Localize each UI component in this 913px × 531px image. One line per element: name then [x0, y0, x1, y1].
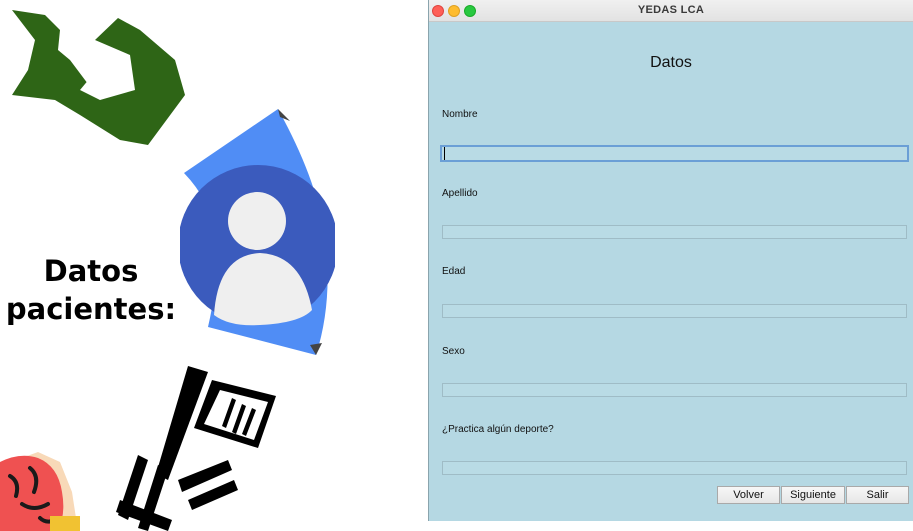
text-caret [444, 147, 445, 160]
left-title: Datos pacientes: [0, 252, 182, 328]
nombre-input[interactable] [440, 145, 909, 162]
sexo-input[interactable] [442, 383, 907, 397]
deporte-input[interactable] [442, 461, 907, 475]
field-label-nombre: Nombre [442, 109, 478, 120]
brain-icon [0, 452, 80, 531]
title-bar: YEDAS LCA [429, 0, 913, 22]
window-title: YEDAS LCA [637, 4, 705, 16]
apellido-input[interactable] [442, 225, 907, 239]
left-title-line2: pacientes: [5, 292, 177, 326]
volver-button[interactable]: Volver [717, 486, 780, 504]
field-label-deporte: ¿Practica algún deporte? [442, 424, 554, 435]
form-heading: Datos [650, 54, 692, 71]
field-label-sexo: Sexo [442, 346, 465, 357]
app-window: YEDAS LCA Datos Nombre Apellido Edad Sex… [428, 0, 913, 521]
edad-input[interactable] [442, 304, 907, 318]
siguiente-button[interactable]: Siguiente [781, 486, 845, 504]
leg-brace-icon [12, 10, 185, 145]
field-label-edad: Edad [442, 266, 466, 277]
left-title-line1: Datos [43, 254, 139, 288]
left-panel: Datos pacientes: [0, 0, 428, 531]
salir-button[interactable]: Salir [846, 486, 909, 504]
user-profile-icon [180, 109, 335, 355]
test-document-icon [108, 364, 280, 531]
field-label-apellido: Apellido [442, 188, 478, 199]
